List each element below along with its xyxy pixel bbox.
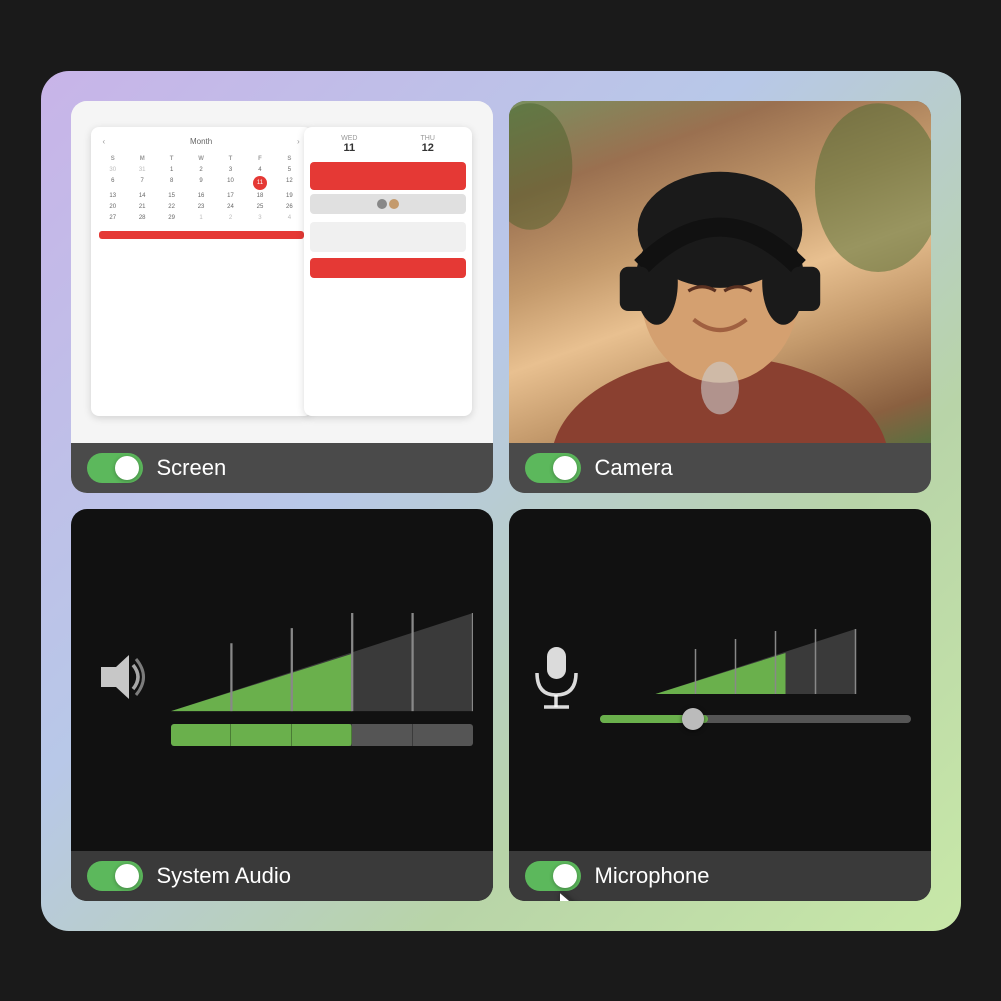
speaker-icon <box>91 647 151 712</box>
screen-toggle[interactable] <box>87 453 143 483</box>
main-container: ‹ Month › S M T W T F S 3031 12345 <box>41 71 961 931</box>
mic-meter-content <box>509 509 931 851</box>
camera-toggle-thumb <box>553 456 577 480</box>
screen-toggle-thumb <box>115 456 139 480</box>
screen-footer: Screen <box>71 443 493 493</box>
camera-preview-area <box>509 101 931 443</box>
audio-meter-content <box>71 509 493 851</box>
mic-slider-thumb[interactable] <box>682 708 704 730</box>
sched-day1-label: WED <box>341 135 357 142</box>
screen-preview-area: ‹ Month › S M T W T F S 3031 12345 <box>71 101 493 443</box>
mic-footer: Microphone <box>509 851 931 901</box>
schedule-preview: WED 11 THU 12 <box>304 127 473 417</box>
microphone-icon <box>529 645 584 715</box>
microphone-toggle[interactable] <box>525 861 581 891</box>
system-audio-card: System Audio <box>71 509 493 901</box>
camera-footer: Camera <box>509 443 931 493</box>
sched-day2-label: THU <box>421 135 435 142</box>
camera-card: Camera <box>509 101 931 493</box>
system-audio-label: System Audio <box>157 863 292 889</box>
system-audio-toggle[interactable] <box>87 861 143 891</box>
microphone-card: Microphone <box>509 509 931 901</box>
calendar-preview: ‹ Month › S M T W T F S 3031 12345 <box>91 127 312 417</box>
camera-toggle[interactable] <box>525 453 581 483</box>
microphone-label: Microphone <box>595 863 710 889</box>
screen-card: ‹ Month › S M T W T F S 3031 12345 <box>71 101 493 493</box>
mic-meter-visual <box>600 629 911 730</box>
sched-day2-num: 12 <box>421 142 435 154</box>
sched-day1-num: 11 <box>341 142 357 154</box>
screen-label: Screen <box>157 455 227 481</box>
camera-label: Camera <box>595 455 673 481</box>
system-audio-toggle-thumb <box>115 864 139 888</box>
audio-meter-visual <box>171 613 473 745</box>
audio-footer: System Audio <box>71 851 493 901</box>
microphone-toggle-thumb <box>553 864 577 888</box>
